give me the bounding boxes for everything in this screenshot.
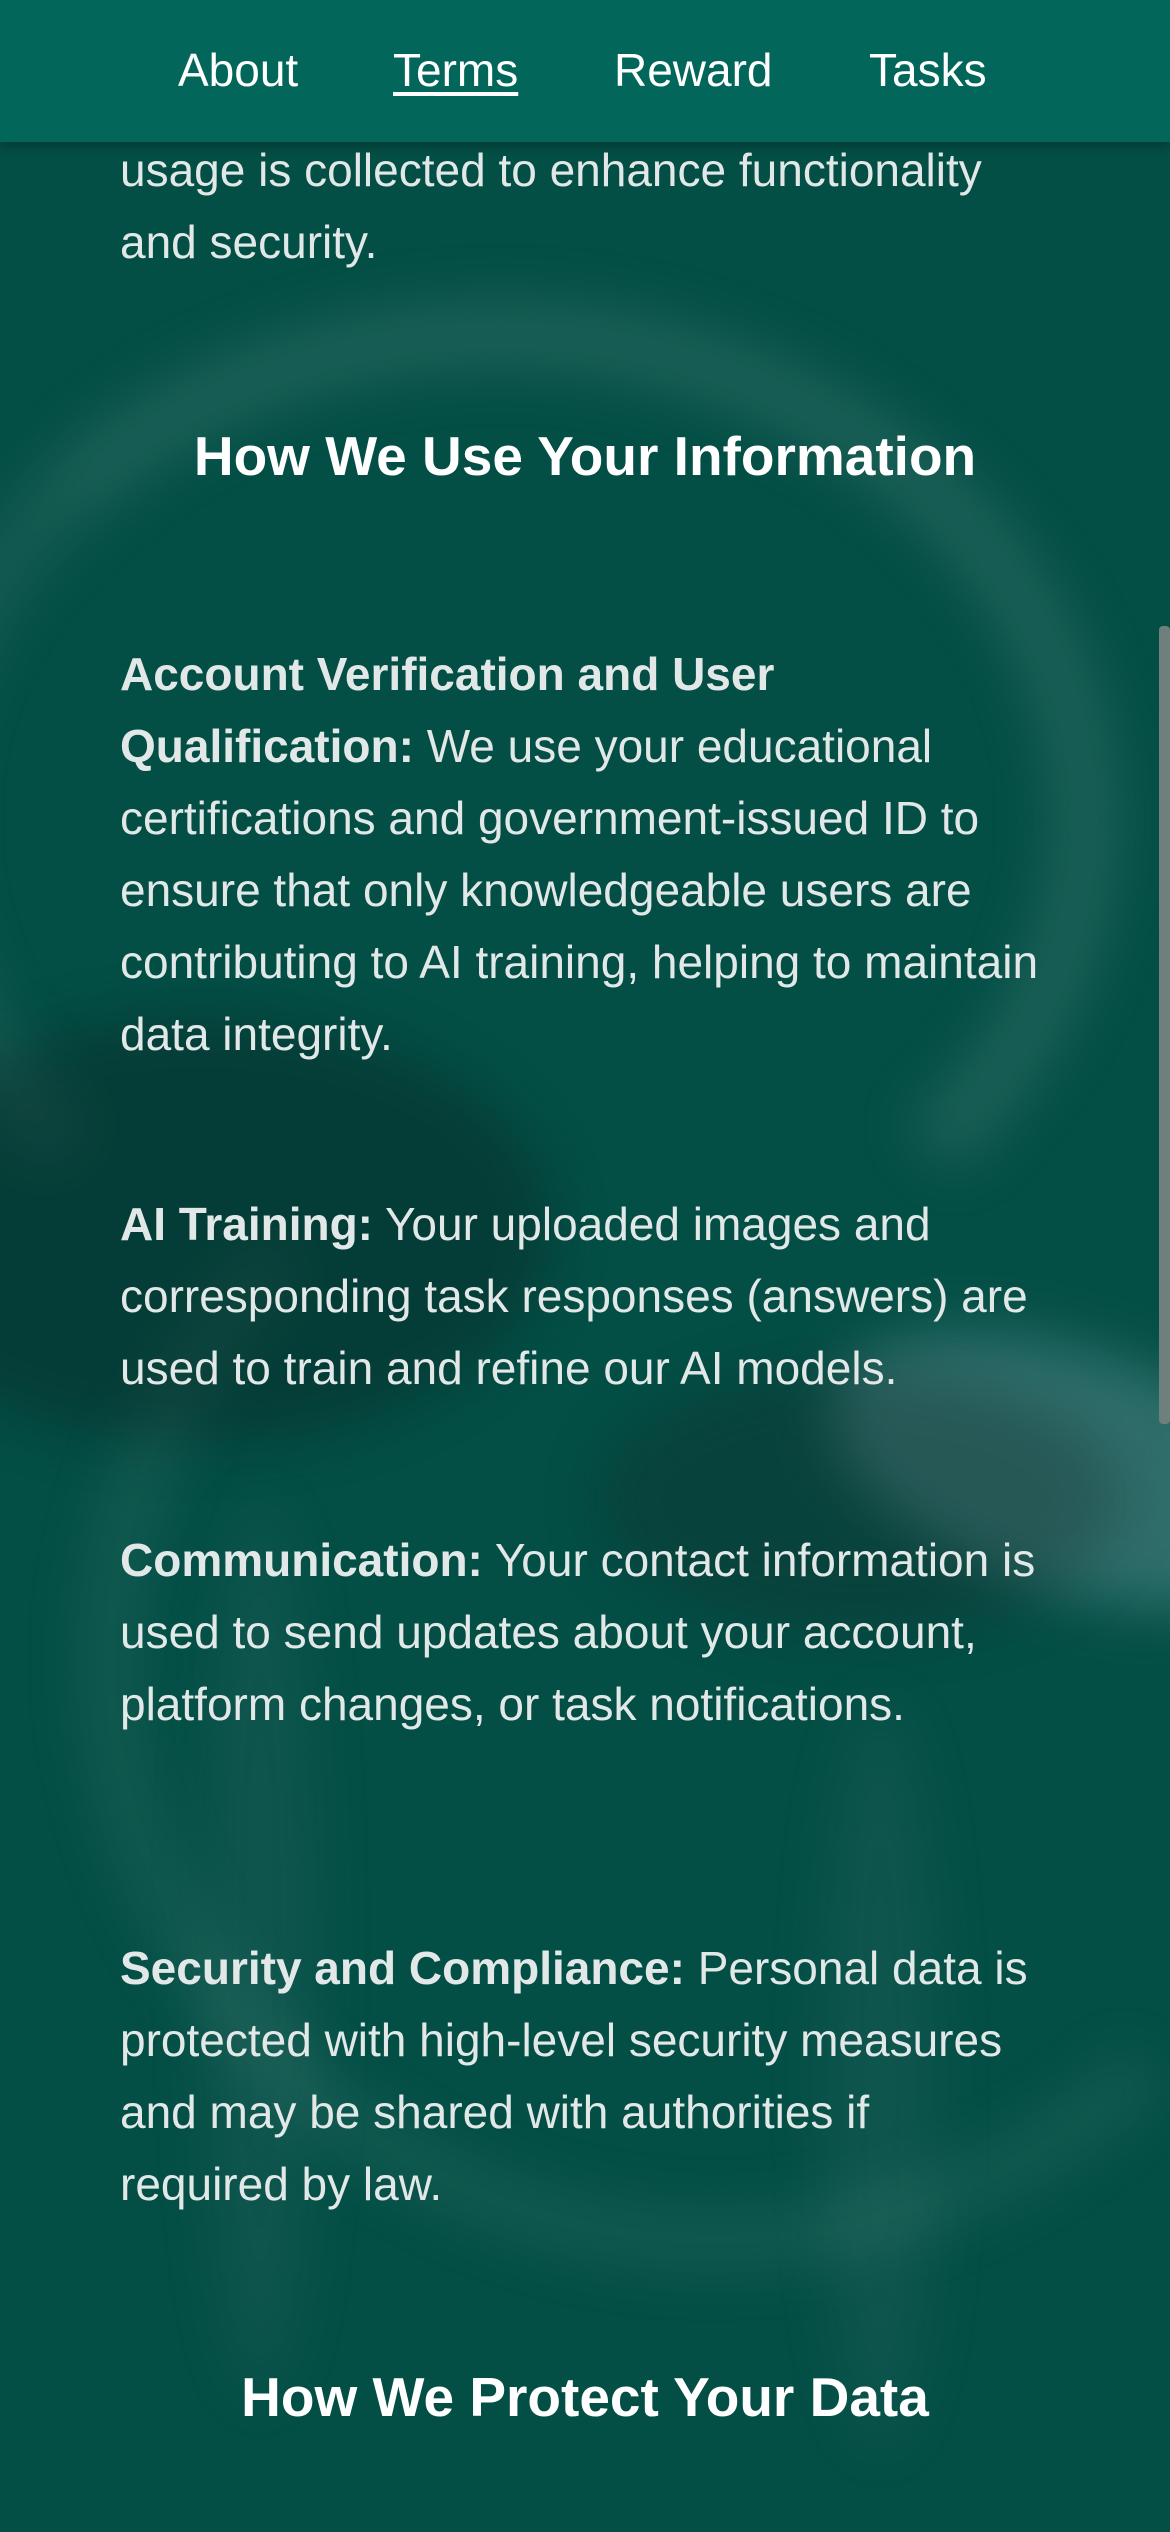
nav-link-reward[interactable]: Reward bbox=[614, 40, 773, 100]
scrollbar-thumb[interactable] bbox=[1159, 626, 1170, 1424]
section-heading-protect: How We Protect Your Data bbox=[241, 2366, 929, 2428]
terms-content: usage is collected to enhance functional… bbox=[0, 0, 1170, 2532]
usage-item-title: Communication: bbox=[120, 1534, 483, 1586]
usage-item-ai-training: AI Training: Your uploaded images and co… bbox=[120, 1188, 1040, 1404]
usage-item-title: Security and Compliance: bbox=[120, 1942, 685, 1994]
usage-item-title: AI Training: bbox=[120, 1198, 373, 1250]
top-navigation: About Terms Reward Tasks bbox=[0, 0, 1170, 142]
usage-item-verification: Account Verification and User Qualificat… bbox=[120, 638, 1040, 1070]
nav-link-terms[interactable]: Terms bbox=[393, 40, 518, 100]
usage-item-communication: Communication: Your contact information … bbox=[120, 1524, 1040, 1740]
section-heading-use: How We Use Your Information bbox=[193, 425, 977, 487]
nav-link-about[interactable]: About bbox=[178, 40, 298, 100]
usage-item-security: Security and Compliance: Personal data i… bbox=[120, 1932, 1040, 2220]
nav-link-tasks[interactable]: Tasks bbox=[869, 40, 987, 100]
intro-paragraph: usage is collected to enhance functional… bbox=[120, 144, 982, 268]
